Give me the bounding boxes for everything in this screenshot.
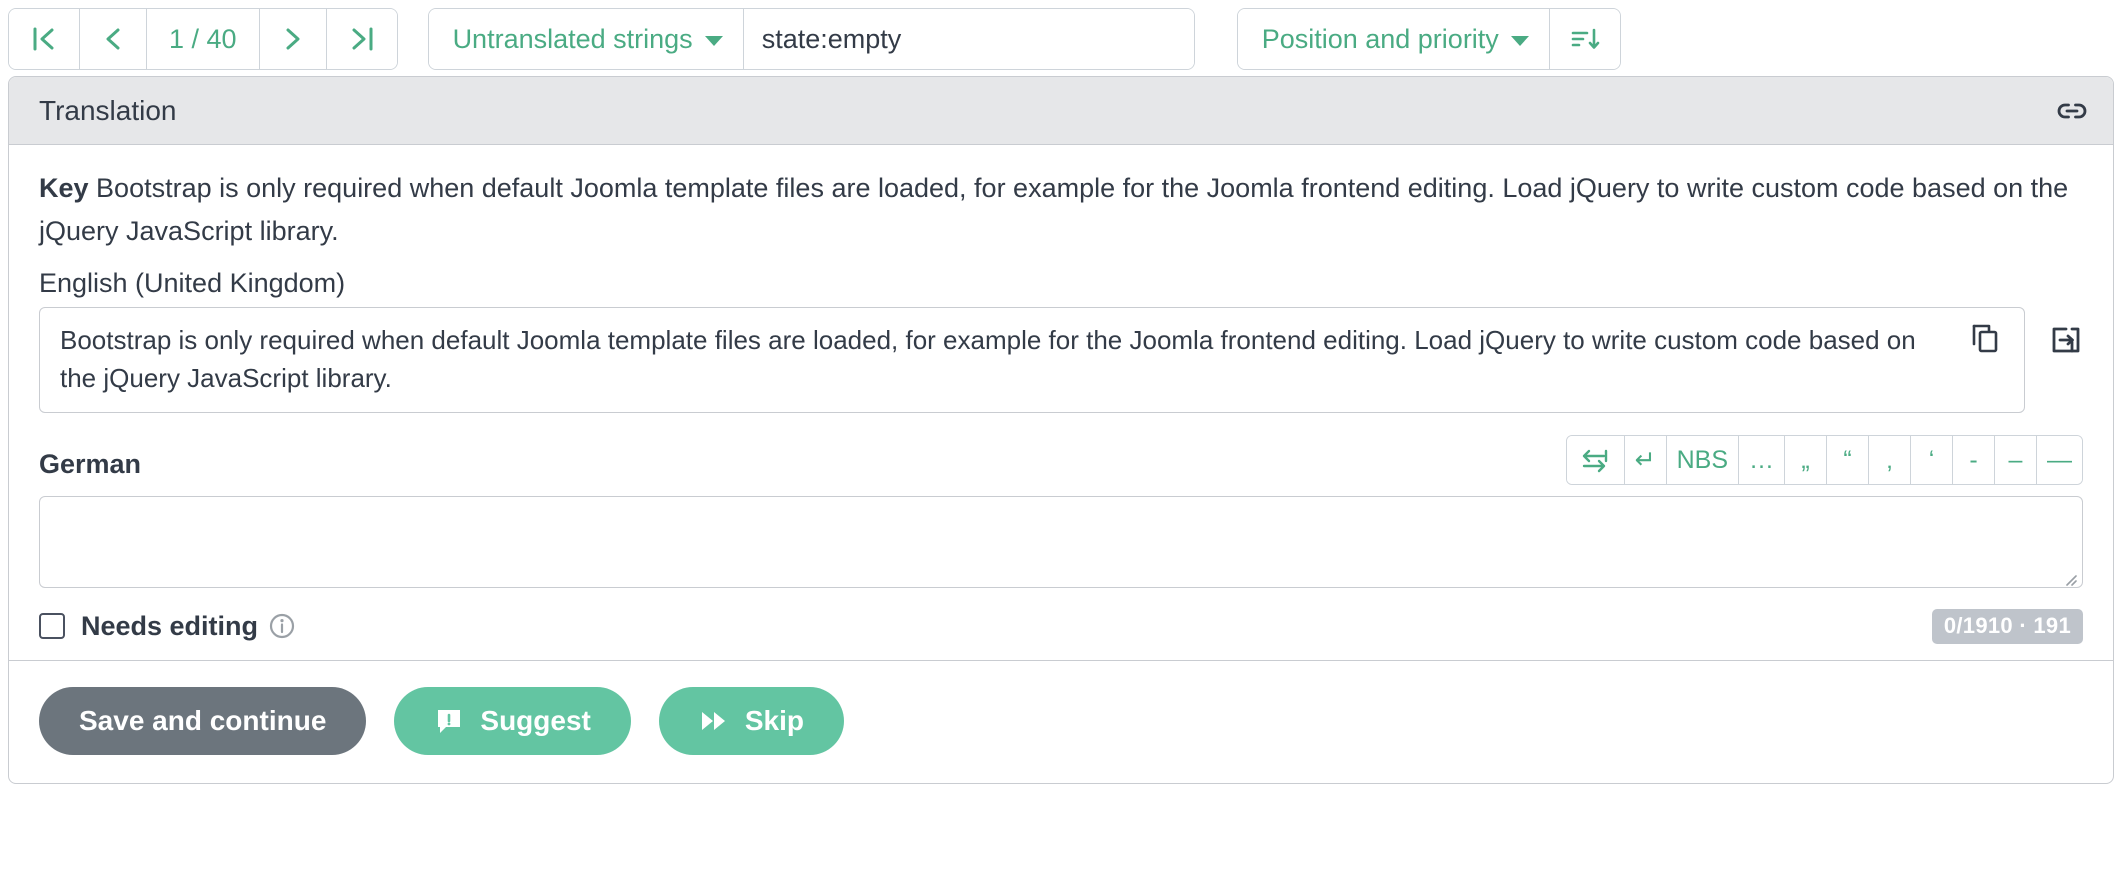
save-and-continue-button[interactable]: Save and continue: [39, 686, 367, 755]
copy-source-button[interactable]: [1968, 322, 2002, 367]
first-page-icon: [33, 27, 54, 51]
fast-forward-icon: [701, 711, 725, 730]
chevron-right-icon: [286, 28, 300, 50]
insert-en-dash-button[interactable]: –: [1995, 436, 2037, 485]
copy-icon: [1972, 325, 1998, 353]
top-toolbar: 1 / 40 Untranslated strings Position and…: [0, 0, 2122, 76]
insert-left-double-quote-button[interactable]: “: [1827, 436, 1869, 485]
special-characters-toolbar: ↵ NBS … „ “ ‚ ‘ - – —: [1565, 435, 2083, 486]
search-input[interactable]: [743, 9, 1194, 69]
nbsp-label: NBS: [1676, 445, 1728, 474]
sort-group: Position and priority: [1236, 8, 1621, 70]
toggle-text-direction-button[interactable]: [1566, 436, 1625, 485]
newline-icon: ↵: [1634, 446, 1656, 475]
info-icon: [269, 614, 295, 639]
insert-low-single-quote-button[interactable]: ‚: [1869, 436, 1911, 485]
last-page-icon: [352, 27, 373, 51]
comment-alert-icon: [438, 709, 461, 733]
key-label: Key: [39, 173, 89, 203]
pagination-group: 1 / 40: [8, 8, 398, 70]
page-title: Translation: [39, 94, 177, 126]
text-direction-icon: [1582, 449, 1608, 473]
hyphen-icon: -: [1969, 445, 1978, 474]
skip-label: Skip: [744, 704, 805, 736]
sort-dropdown-label: Position and priority: [1261, 23, 1499, 54]
key-text: Bootstrap is only required when default …: [39, 173, 2069, 246]
page-counter[interactable]: 1 / 40: [147, 9, 260, 69]
left-double-quote-icon: “: [1843, 445, 1852, 474]
filter-dropdown-label: Untranslated strings: [452, 23, 693, 54]
target-language-label: German: [39, 448, 142, 479]
sort-direction-button[interactable]: [1549, 9, 1620, 69]
first-page-button[interactable]: [9, 9, 80, 69]
copy-to-translation-icon: [2052, 327, 2080, 353]
em-dash-icon: —: [2047, 445, 2072, 474]
filter-search-group: Untranslated strings: [427, 8, 1195, 70]
source-language-label: English (United Kingdom): [39, 268, 346, 299]
ellipsis-icon: …: [1749, 445, 1774, 474]
character-counter-badge: 0/1910 · 191: [1931, 608, 2083, 644]
last-page-button[interactable]: [326, 9, 397, 69]
target-header: German ↵ NBS … „ “ ‚ ‘ - – —: [39, 433, 2083, 488]
skip-button[interactable]: Skip: [658, 686, 845, 755]
low-single-quote-icon: ‚: [1886, 445, 1893, 474]
sort-descending-icon: [1571, 28, 1600, 49]
insert-em-dash-button[interactable]: —: [2037, 436, 2082, 485]
target-wrapper: [39, 495, 2083, 593]
key-line: Key Bootstrap is only required when defa…: [39, 167, 2083, 252]
translation-card: Translation Key Bootstrap is only requir…: [8, 76, 2114, 784]
source-text-box[interactable]: Bootstrap is only required when default …: [39, 307, 2025, 413]
translation-card-header: Translation: [9, 77, 2113, 145]
translation-textarea[interactable]: [39, 495, 2083, 588]
link-icon: [2057, 103, 2087, 118]
filter-dropdown[interactable]: Untranslated strings: [428, 9, 744, 69]
insert-hyphen-button[interactable]: -: [1953, 436, 1995, 485]
needs-editing-group: Needs editing: [39, 611, 296, 642]
source-text: Bootstrap is only required when default …: [60, 325, 1916, 393]
chevron-down-icon: [704, 35, 723, 46]
translation-card-footer: Save and continue Suggest Skip: [9, 659, 2113, 783]
left-single-quote-icon: ‘: [1928, 445, 1935, 474]
save-and-continue-label: Save and continue: [79, 704, 327, 736]
insert-nbsp-button[interactable]: NBS: [1666, 436, 1739, 485]
needs-editing-info-button[interactable]: [268, 612, 296, 640]
copy-source-to-translation-button[interactable]: [2047, 323, 2083, 364]
needs-editing-label[interactable]: Needs editing: [81, 611, 258, 642]
source-row: Bootstrap is only required when default …: [39, 307, 2083, 413]
insert-left-single-quote-button[interactable]: ‘: [1911, 436, 1953, 485]
en-dash-icon: –: [2008, 445, 2023, 474]
previous-page-button[interactable]: [80, 9, 147, 69]
next-page-button[interactable]: [259, 9, 327, 69]
translation-card-body: Key Bootstrap is only required when defa…: [9, 145, 2113, 660]
insert-low-double-quote-button[interactable]: „: [1785, 436, 1827, 485]
sort-dropdown[interactable]: Position and priority: [1237, 9, 1550, 69]
low-double-quote-icon: „: [1801, 445, 1810, 474]
chevron-left-icon: [106, 28, 120, 50]
insert-newline-button[interactable]: ↵: [1624, 436, 1667, 485]
chevron-down-icon: [1510, 35, 1529, 46]
needs-editing-checkbox[interactable]: [39, 613, 65, 640]
permalink-button[interactable]: [2055, 94, 2089, 128]
translation-meta-row: Needs editing 0/1910 · 191: [39, 608, 2083, 650]
suggest-label: Suggest: [480, 704, 591, 736]
suggest-button[interactable]: Suggest: [394, 686, 631, 755]
insert-ellipsis-button[interactable]: …: [1739, 436, 1785, 485]
